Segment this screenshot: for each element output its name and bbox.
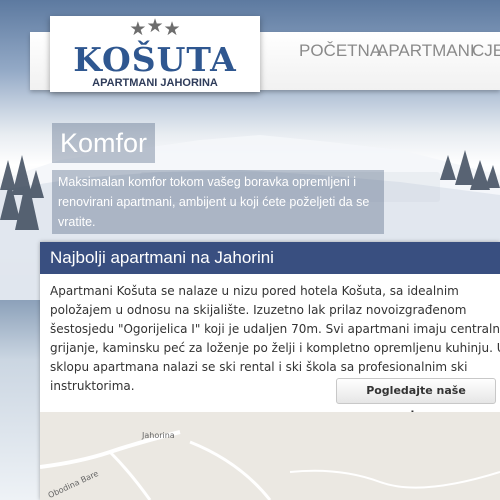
- logo-title: KOŠUTA: [73, 40, 237, 79]
- map-label-jahorina: Jahorina: [142, 431, 175, 440]
- intro-card: Najbolji apartmani na Jahorini Apartmani…: [40, 242, 500, 500]
- nav-item-apartmani[interactable]: APARTMANI: [377, 40, 475, 62]
- star-icon: ★: [163, 18, 181, 40]
- card-title: Najbolji apartmani na Jahorini: [40, 242, 500, 274]
- logo-subtitle: APARTMANI JAHORINA: [92, 77, 218, 89]
- logo[interactable]: ★★★ KOŠUTA APARTMANI JAHORINA: [50, 15, 260, 92]
- nav-item-pocetna[interactable]: POČETNA: [299, 40, 381, 62]
- map-roads: [40, 430, 500, 500]
- star-icon: ★: [146, 15, 164, 37]
- hero-title: Komfor: [52, 123, 156, 163]
- star-icon: ★: [129, 18, 147, 40]
- stars-rating: ★★★: [50, 15, 260, 40]
- hero-text: Maksimalan komfor tokom vašeg boravka op…: [52, 170, 384, 234]
- view-apartments-button[interactable]: Pogledajte naše apartmane: [336, 378, 496, 421]
- location-map[interactable]: Jahorina Obodina Bare: [40, 412, 500, 500]
- nav-item-cjenovnik[interactable]: CJEN: [472, 40, 500, 62]
